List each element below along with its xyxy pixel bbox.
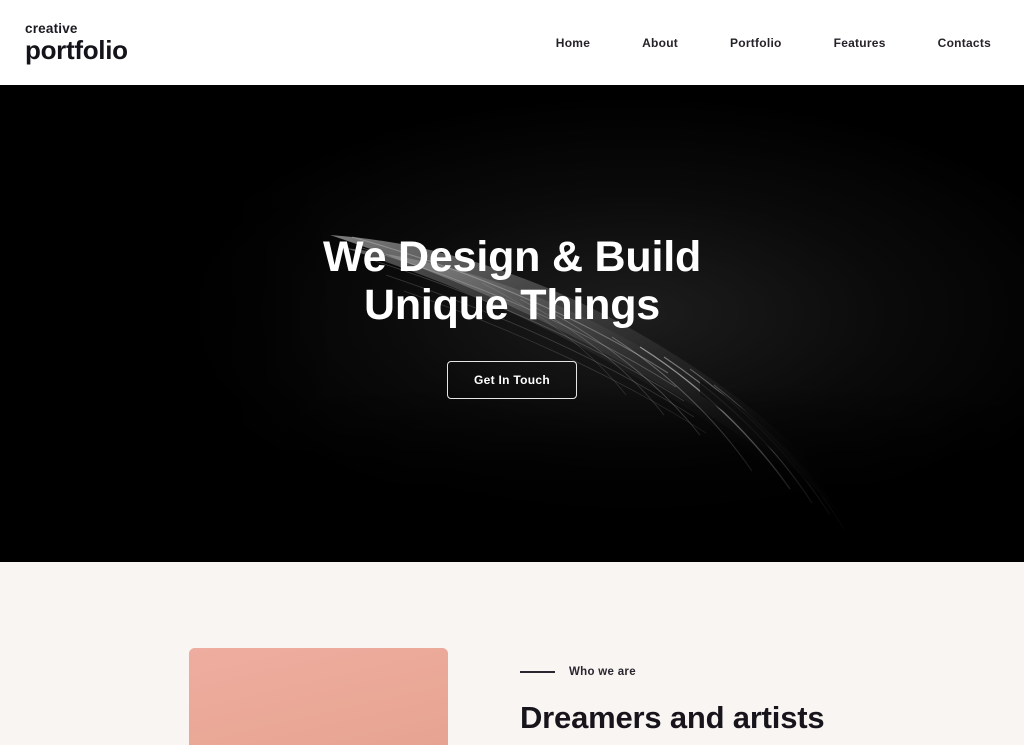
nav-item-about[interactable]: About [642, 30, 678, 56]
brand-main-word: portfolio [25, 35, 128, 66]
site-header: creative portfolio Home About Portfolio … [0, 0, 1024, 85]
about-eyebrow-text: Who we are [569, 666, 636, 678]
about-grid: Who we are Dreamers and artists [0, 562, 1024, 745]
brand-top-word: creative [25, 20, 78, 36]
about-title: Dreamers and artists [520, 700, 825, 735]
about-eyebrow: Who we are [520, 666, 950, 678]
nav-item-contacts[interactable]: Contacts [938, 30, 991, 56]
about-pink-plant-image [189, 648, 448, 745]
get-in-touch-button[interactable]: Get In Touch [447, 361, 577, 400]
nav-item-portfolio[interactable]: Portfolio [730, 30, 782, 56]
logo-brand[interactable]: creative portfolio [25, 22, 128, 64]
hero-content: We Design & Build Unique Things Get In T… [0, 85, 1024, 562]
hero-title-line-1: We Design & Build [322, 233, 702, 281]
hero-section: We Design & Build Unique Things Get In T… [0, 85, 1024, 562]
nav-item-features[interactable]: Features [834, 30, 886, 56]
main-navigation: Home About Portfolio Features Contacts [556, 30, 991, 56]
page-root: creative portfolio Home About Portfolio … [0, 0, 1024, 745]
hero-title-line-2: Unique Things [364, 281, 660, 330]
about-copy: Who we are Dreamers and artists [520, 666, 950, 736]
eyebrow-rule-line [520, 671, 555, 673]
hero-title: We Design & Build Unique Things [323, 233, 701, 329]
about-section: Who we are Dreamers and artists [0, 562, 1024, 745]
about-image-card [189, 648, 448, 745]
nav-item-home[interactable]: Home [556, 30, 590, 56]
